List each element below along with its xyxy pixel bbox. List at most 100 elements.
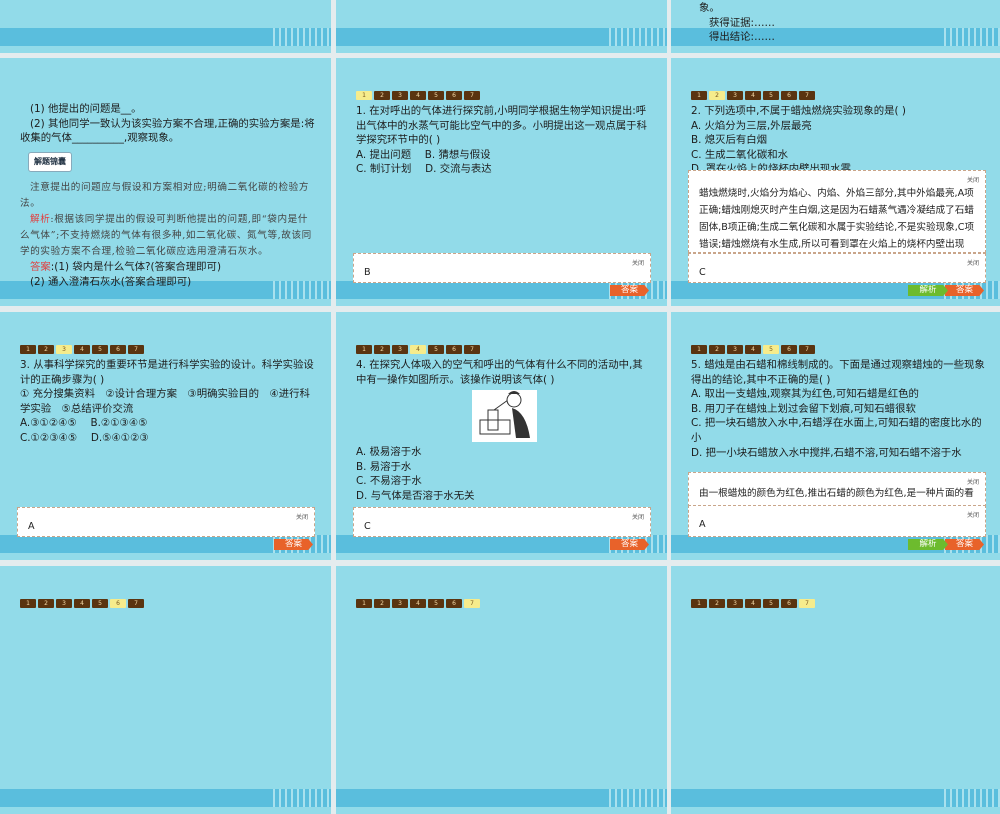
nav-button-1[interactable]: 1 (20, 345, 36, 354)
nav-button-5[interactable]: 5 (92, 345, 108, 354)
nav-button-3[interactable]: 3 (727, 599, 743, 608)
nav-button-2[interactable]: 2 (38, 345, 54, 354)
nav-button-2[interactable]: 2 (374, 91, 390, 100)
nav-button-5[interactable]: 5 (92, 599, 108, 608)
nav-button-7[interactable]: 7 (464, 345, 480, 354)
nav-button-4[interactable]: 4 (410, 345, 426, 354)
nav-button-3[interactable]: 3 (392, 345, 408, 354)
answer-panel: 关闭 A (17, 507, 315, 537)
close-button[interactable]: 关闭 (967, 175, 979, 184)
answer-button[interactable]: 答案 (610, 539, 649, 550)
slide-content: 象。 获得证据:…… 得出结论:…… (699, 1, 988, 45)
nav-button-5[interactable]: 5 (763, 345, 779, 354)
question-text: A. 取出一支蜡烛,观察其为红色,可知石蜡是红色的 (691, 388, 919, 401)
slide-q6[interactable]: 1234567 (0, 566, 331, 814)
answer-button[interactable]: 答案 (945, 539, 984, 550)
nav-button-5[interactable]: 5 (763, 91, 779, 100)
nav-button-6[interactable]: 6 (446, 91, 462, 100)
question-text: A. 火焰分为三层,外层最亮 (691, 119, 812, 132)
option-text: A. 极易溶于水 (356, 446, 422, 459)
nav-button-3[interactable]: 3 (56, 599, 72, 608)
question-text: (2) 其他同学一致认为该实验方案不合理,正确的实验方案是:将收集的气体____… (20, 117, 315, 145)
nav-button-7[interactable]: 7 (464, 599, 480, 608)
question-text: (1) 他提出的问题是__。 (30, 103, 142, 115)
slide-q5[interactable]: 1 2 3 4 5 6 7 5. 蜡烛是由石蜡和棉线制成的。下面是通过观察蜡烛的一些现象得出的… (671, 312, 1000, 560)
question-text: D. 把一小块石蜡放入水中搅拌,石蜡不溶,可知石蜡不溶于水 (691, 446, 962, 459)
nav-button-5[interactable]: 5 (428, 599, 444, 608)
question-text: 得出结论:…… (709, 31, 775, 44)
nav-button-4[interactable]: 4 (410, 599, 426, 608)
nav-button-1[interactable]: 1 (356, 599, 372, 608)
analysis-button[interactable]: 解析 (908, 539, 948, 550)
nav-button-6[interactable]: 6 (446, 345, 462, 354)
nav-button-7[interactable]: 7 (799, 599, 815, 608)
nav-button-1[interactable]: 1 (356, 91, 372, 100)
nav-button-6[interactable]: 6 (781, 91, 797, 100)
slide-q7b[interactable]: 1234567 (671, 566, 1000, 814)
nav-button-1[interactable]: 1 (20, 599, 36, 608)
answer-text: C (699, 267, 706, 278)
nav-button-4[interactable]: 4 (745, 599, 761, 608)
slide-prev-blank[interactable] (336, 0, 667, 53)
question-text: C. 生成二氧化碳和水 (691, 148, 788, 161)
slide-content: 3. 从事科学探究的重要环节是进行科学实验的设计。科学实验设计的正确步骤为( )… (20, 358, 317, 446)
nav-button-3[interactable]: 3 (392, 599, 408, 608)
nav-button-7[interactable]: 7 (128, 599, 144, 608)
nav-button-2[interactable]: 2 (374, 345, 390, 354)
nav-button-4[interactable]: 4 (74, 599, 90, 608)
question-text: A. 提出问题 B. 猜想与假设 (356, 148, 491, 161)
answer-text: B (364, 267, 371, 278)
slide-q4[interactable]: 1 2 3 4 5 6 7 4. 在探究人体吸入的空气和呼出的气体有什么不同的活动中,其中有一… (336, 312, 667, 560)
nav-button-1[interactable]: 1 (691, 91, 707, 100)
nav-button-6[interactable]: 6 (781, 599, 797, 608)
nav-button-5[interactable]: 5 (428, 345, 444, 354)
option-text: D. 与气体是否溶于水无关 (356, 489, 475, 502)
slide-q2[interactable]: 1 2 3 4 5 6 7 2. 下列选项中,不属于蜡烛燃烧实验现象的是( ) A. 火焰分为三… (671, 58, 1000, 306)
nav-button-2[interactable]: 2 (38, 599, 54, 608)
nav-button-3[interactable]: 3 (727, 91, 743, 100)
nav-button-3[interactable]: 3 (56, 345, 72, 354)
nav-button-6[interactable]: 6 (781, 345, 797, 354)
nav-button-4[interactable]: 4 (74, 345, 90, 354)
nav-button-7[interactable]: 7 (128, 345, 144, 354)
nav-button-4[interactable]: 4 (410, 91, 426, 100)
nav-button-3[interactable]: 3 (392, 91, 408, 100)
answer-button[interactable]: 答案 (945, 285, 984, 296)
nav-button-2[interactable]: 2 (374, 599, 390, 608)
nav-button-6[interactable]: 6 (446, 599, 462, 608)
nav-button-1[interactable]: 1 (356, 345, 372, 354)
nav-button-2[interactable]: 2 (709, 91, 725, 100)
slide-prev-evidence[interactable]: 象。 获得证据:…… 得出结论:…… (671, 0, 1000, 53)
nav-button-7[interactable]: 7 (464, 91, 480, 100)
nav-button-7[interactable]: 7 (799, 91, 815, 100)
nav-button-7[interactable]: 7 (799, 345, 815, 354)
nav-button-1[interactable]: 1 (691, 345, 707, 354)
slide-q3[interactable]: 1 2 3 4 5 6 7 3. 从事科学探究的重要环节是进行科学实验的设计。科学实验设计的正… (0, 312, 331, 560)
question-text: 4. 在探究人体吸入的空气和呼出的气体有什么不同的活动中,其中有一操作如图所示。… (356, 359, 643, 386)
nav-button-3[interactable]: 3 (727, 345, 743, 354)
slide-q7[interactable]: 1234567 (336, 566, 667, 814)
nav-button-5[interactable]: 5 (763, 599, 779, 608)
explanation-panel: 关闭 由一根蜡烛的颜色为红色,推出石蜡的颜色为红色,是一种片面的看 (688, 472, 986, 507)
option-text: B. 易溶于水 (356, 460, 412, 473)
analysis-label: 解析 (30, 214, 51, 226)
nav-button-2[interactable]: 2 (709, 599, 725, 608)
slide-content: 4. 在探究人体吸入的空气和呼出的气体有什么不同的活动中,其中有一操作如图所示。… (356, 358, 653, 504)
slide-prev-table[interactable]: 含量如何比较?纸的颜色变化情况 (0, 0, 331, 53)
question-nav: 1234567 (356, 345, 480, 354)
slide-example-answer[interactable]: (1) 他提出的问题是__。 (2) 其他同学一致认为该实验方案不合理,正确的实验… (0, 58, 331, 306)
analysis-button[interactable]: 解析 (908, 285, 948, 296)
nav-button-1[interactable]: 1 (691, 599, 707, 608)
answer-button[interactable]: 答案 (274, 539, 313, 550)
nav-button-2[interactable]: 2 (709, 345, 725, 354)
question-text: C. 把一块石蜡放入水中,石蜡浮在水面上,可知石蜡的密度比水的小 (691, 417, 982, 444)
nav-button-6[interactable]: 6 (110, 599, 126, 608)
nav-button-4[interactable]: 4 (745, 345, 761, 354)
nav-button-5[interactable]: 5 (428, 91, 444, 100)
answer-button[interactable]: 答案 (610, 285, 649, 296)
slide-q1[interactable]: 1 2 3 4 5 6 7 1. 在对呼出的气体进行探究前,小明同学根据生物学知识提出:呼出气… (336, 58, 667, 306)
nav-button-4[interactable]: 4 (745, 91, 761, 100)
slide-content: 5. 蜡烛是由石蜡和棉线制成的。下面是通过观察蜡烛的一些现象得出的结论,其中不正… (691, 358, 988, 460)
question-text: 获得证据:…… (709, 16, 775, 29)
nav-button-6[interactable]: 6 (110, 345, 126, 354)
